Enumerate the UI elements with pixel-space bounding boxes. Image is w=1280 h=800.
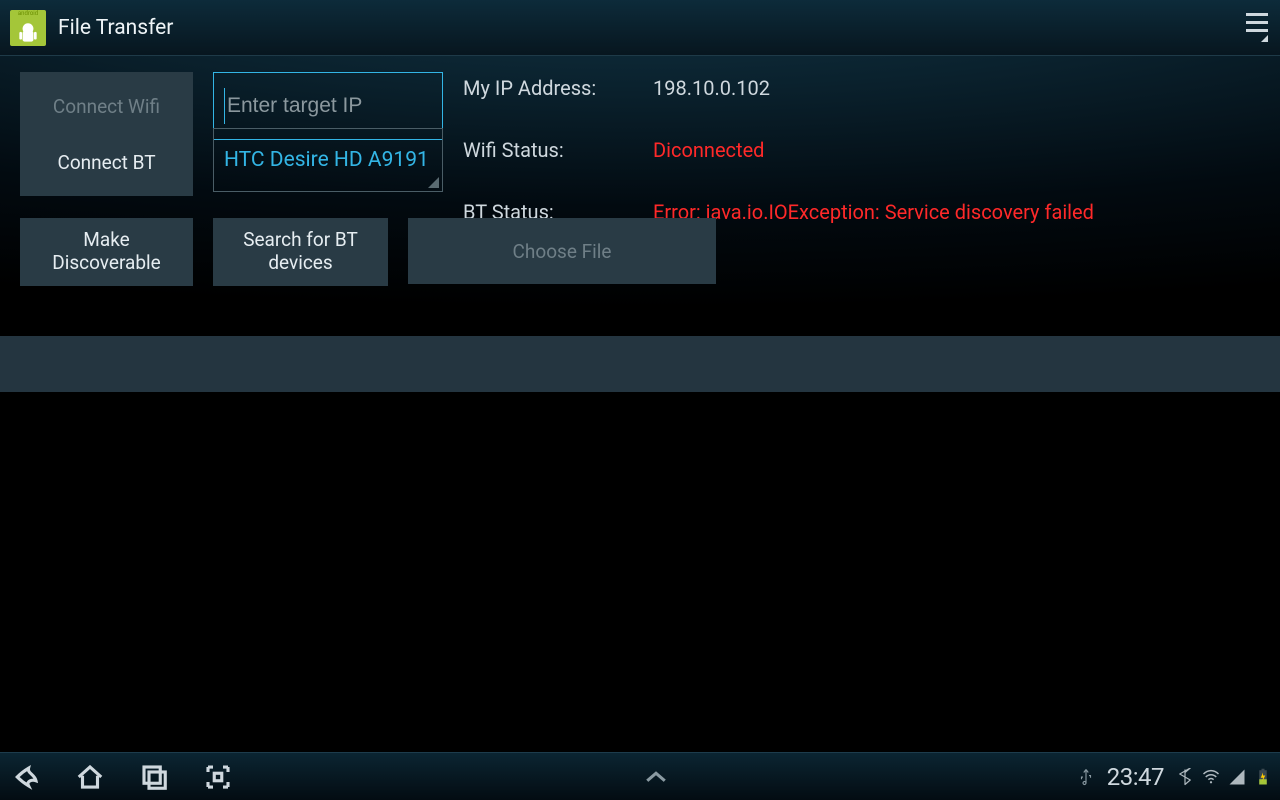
make-discoverable-button[interactable]: Make Discoverable <box>20 218 193 286</box>
wifi-icon <box>1202 767 1220 787</box>
wifi-status-value: Diconnected <box>653 138 1260 162</box>
usb-icon <box>1077 767 1095 787</box>
my-ip-label: My IP Address: <box>463 76 653 100</box>
status-info: My IP Address: 198.10.0.102 Wifi Status:… <box>463 72 1260 224</box>
action-bar: File Transfer <box>0 0 1280 56</box>
connect-bt-button[interactable]: Connect BT <box>20 128 193 196</box>
choose-file-button[interactable]: Choose File <box>408 218 716 284</box>
expand-notifications-button[interactable] <box>634 759 678 795</box>
bt-status-value: Error: java.io.IOException: Service disc… <box>653 200 1260 224</box>
list-area-header <box>0 336 1280 392</box>
bt-device-spinner[interactable]: HTC Desire HD A9191 <box>213 128 443 192</box>
cell-signal-icon <box>1228 767 1246 787</box>
recent-apps-button[interactable] <box>136 759 172 795</box>
target-ip-field[interactable] <box>227 94 432 118</box>
app-title: File Transfer <box>58 16 1240 40</box>
home-button[interactable] <box>72 759 108 795</box>
back-button[interactable] <box>8 759 44 795</box>
my-ip-value: 198.10.0.102 <box>653 76 1260 100</box>
clock: 23:47 <box>1107 763 1164 791</box>
battery-icon <box>1254 767 1272 787</box>
overflow-menu-button[interactable] <box>1240 13 1268 42</box>
system-navigation-bar: 23:47 <box>0 752 1280 800</box>
search-bt-devices-button[interactable]: Search for BT devices <box>213 218 388 286</box>
main-content: Connect Wifi My IP Address: 198.10.0.102… <box>0 56 1280 336</box>
list-area <box>0 392 1280 752</box>
app-icon <box>10 10 46 46</box>
wifi-status-label: Wifi Status: <box>463 138 653 162</box>
screenshot-button[interactable] <box>200 759 236 795</box>
bluetooth-icon <box>1176 767 1194 787</box>
bt-device-selected: HTC Desire HD A9191 <box>224 148 429 172</box>
